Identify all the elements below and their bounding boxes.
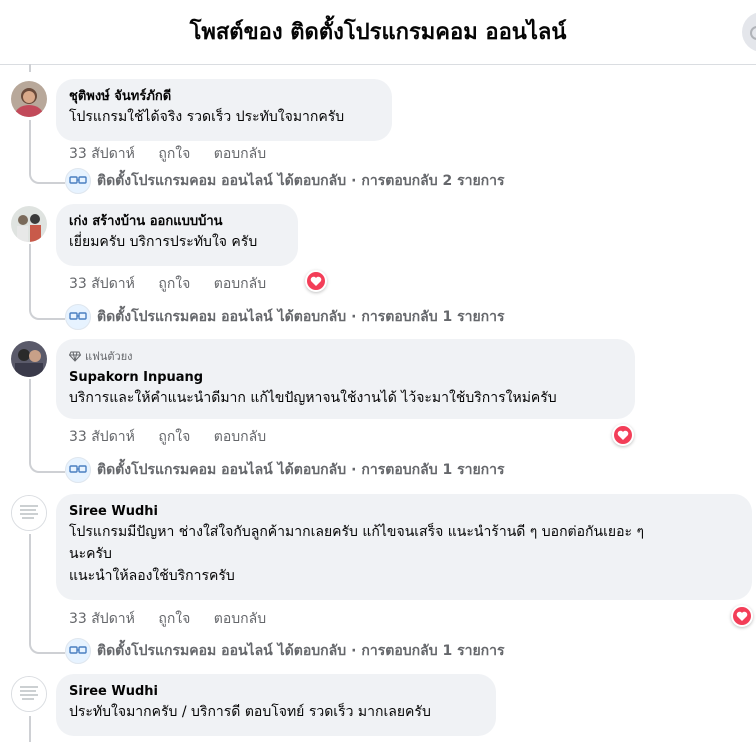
reply-author: ติดตั้งโปรแกรมคอม ออนไลน์ ได้ตอบกลับ <box>97 173 347 189</box>
comment-actions: 33 สัปดาห์ ถูกใจ ตอบกลับ <box>69 143 285 165</box>
page-avatar <box>65 638 91 664</box>
badge-label: แฟนตัวยง <box>85 350 133 363</box>
comment-text: ประทับใจมากครับ / บริการดี ตอบโจทย์ รวดเ… <box>69 704 431 720</box>
comment-text-line: โปรแกรมมีปัญหา ช่างใส่ใจกับลูกค้ามากเลยค… <box>69 524 644 540</box>
comment-text-line: แนะนำให้ลองใช้บริการครับ <box>69 568 235 584</box>
view-replies-link[interactable]: ติดตั้งโปรแกรมคอม ออนไลน์ ได้ตอบกลับ · ก… <box>65 638 505 664</box>
avatar[interactable] <box>11 206 47 242</box>
comment-bubble: ชุติพงษ์ จันทร์ภักดี โปรแกรมใช้ได้จริง ร… <box>56 79 392 141</box>
page-avatar <box>65 168 91 194</box>
comment-actions: 33 สัปดาห์ ถูกใจ ตอบกลับ <box>69 273 285 295</box>
view-replies-link[interactable]: ติดตั้งโปรแกรมคอม ออนไลน์ ได้ตอบกลับ · ก… <box>65 457 505 483</box>
comment-time[interactable]: 33 สัปดาห์ <box>69 429 135 445</box>
view-replies-link[interactable]: ติดตั้งโปรแกรมคอม ออนไลน์ ได้ตอบกลับ · ก… <box>65 168 505 194</box>
separator: · <box>351 462 357 478</box>
page-avatar <box>65 457 91 483</box>
comment-time[interactable]: 33 สัปดาห์ <box>69 611 135 627</box>
reply-author: ติดตั้งโปรแกรมคอม ออนไลน์ ได้ตอบกลับ <box>97 309 347 325</box>
like-button[interactable]: ถูกใจ <box>158 276 190 292</box>
comment-bubble: Siree Wudhi ประทับใจมากครับ / บริการดี ต… <box>56 674 496 736</box>
reply-count: การตอบกลับ 1 รายการ <box>361 462 505 478</box>
comment-actions: 33 สัปดาห์ ถูกใจ ตอบกลับ <box>69 608 285 630</box>
comment-author[interactable]: เก่ง สร้างบ้าน ออกแบบบ้าน <box>69 212 286 231</box>
top-fan-badge: แฟนตัวยง <box>69 347 623 365</box>
love-reaction-icon[interactable] <box>612 424 634 446</box>
comment-author[interactable]: Siree Wudhi <box>69 682 484 701</box>
like-button[interactable]: ถูกใจ <box>158 611 190 627</box>
reply-author: ติดตั้งโปรแกรมคอม ออนไลน์ ได้ตอบกลับ <box>97 643 347 659</box>
comment-text-line: นะครับ <box>69 546 112 562</box>
diamond-icon <box>69 351 81 362</box>
view-replies-link[interactable]: ติดตั้งโปรแกรมคอม ออนไลน์ ได้ตอบกลับ · ก… <box>65 304 505 330</box>
avatar[interactable] <box>11 495 47 531</box>
comment-author[interactable]: Supakorn Inpuang <box>69 368 623 387</box>
reply-count: การตอบกลับ 2 รายการ <box>361 173 505 189</box>
reply-button[interactable]: ตอบกลับ <box>214 276 266 292</box>
page-avatar <box>65 304 91 330</box>
comment-actions: 33 สัปดาห์ ถูกใจ ตอบกลับ <box>69 426 285 448</box>
reply-count: การตอบกลับ 1 รายการ <box>361 643 505 659</box>
like-button[interactable]: ถูกใจ <box>158 429 190 445</box>
comment-bubble: Siree Wudhi โปรแกรมมีปัญหา ช่างใส่ใจกับล… <box>56 494 752 600</box>
reply-button[interactable]: ตอบกลับ <box>214 429 266 445</box>
comment-author[interactable]: ชุติพงษ์ จันทร์ภักดี <box>69 87 380 106</box>
separator: · <box>351 173 357 189</box>
comment-text: โปรแกรมใช้ได้จริง รวดเร็ว ประทับใจมากครั… <box>69 109 345 125</box>
thread-line <box>29 64 31 72</box>
comment-author[interactable]: Siree Wudhi <box>69 502 740 521</box>
avatar[interactable] <box>11 81 47 117</box>
thread-line <box>29 716 31 742</box>
like-button[interactable]: ถูกใจ <box>158 146 190 162</box>
love-reaction-icon[interactable] <box>731 605 753 627</box>
comment-bubble: เก่ง สร้างบ้าน ออกแบบบ้าน เยี่ยมครับ บริ… <box>56 204 298 266</box>
comment-time[interactable]: 33 สัปดาห์ <box>69 276 135 292</box>
comment-text: บริการและให้คำแนะนำดีมาก แก้ไขปัญหาจนใช้… <box>69 390 557 406</box>
comment-time[interactable]: 33 สัปดาห์ <box>69 146 135 162</box>
dialog-header: โพสต์ของ ติดตั้งโปรแกรมคอม ออนไลน์ <box>0 0 756 65</box>
avatar[interactable] <box>11 341 47 377</box>
reply-button[interactable]: ตอบกลับ <box>214 146 266 162</box>
reply-author: ติดตั้งโปรแกรมคอม ออนไลน์ ได้ตอบกลับ <box>97 462 347 478</box>
separator: · <box>351 643 357 659</box>
reply-button[interactable]: ตอบกลับ <box>214 611 266 627</box>
comment-text: เยี่ยมครับ บริการประทับใจ ครับ <box>69 234 258 250</box>
love-reaction-icon[interactable] <box>305 270 327 292</box>
comment-bubble: แฟนตัวยง Supakorn Inpuang บริการและให้คำ… <box>56 339 635 419</box>
reply-count: การตอบกลับ 1 รายการ <box>361 309 505 325</box>
separator: · <box>351 309 357 325</box>
dialog-title: โพสต์ของ ติดตั้งโปรแกรมคอม ออนไลน์ <box>189 20 567 45</box>
avatar[interactable] <box>11 676 47 712</box>
